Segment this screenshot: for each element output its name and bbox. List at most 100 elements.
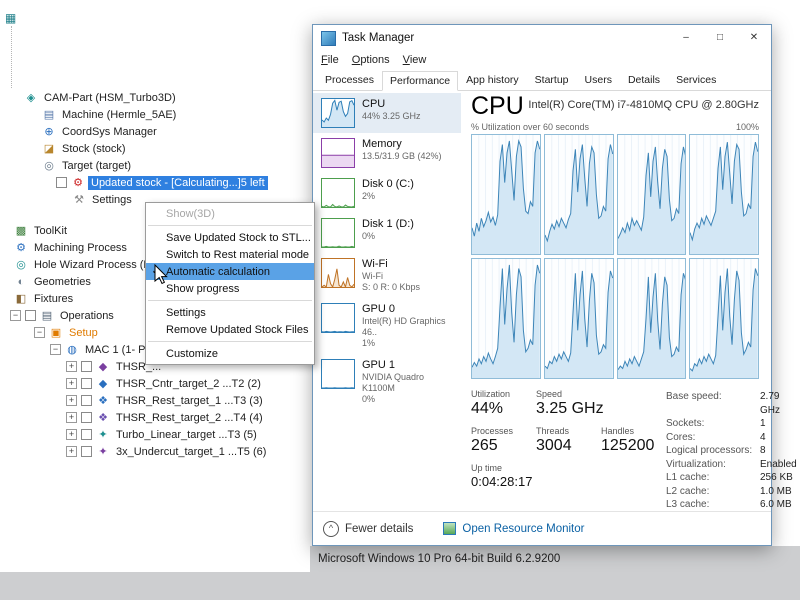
tree-item[interactable]: ▤Machine (Hermle_5AE) <box>4 106 324 123</box>
tree-item-label: CAM-Part (HSM_Turbo3D) <box>41 91 179 105</box>
menu-item-label: Automatic calculation <box>166 266 314 278</box>
tab-users[interactable]: Users <box>577 70 620 90</box>
checkbox[interactable] <box>81 429 92 440</box>
graph-caption: % Utilization over 60 seconds <box>471 122 589 132</box>
core-graph-core-8 <box>689 258 759 379</box>
menu-item-save-updated-stock-to-stl[interactable]: Save Updated Stock to STL... <box>146 229 314 246</box>
tab-details[interactable]: Details <box>620 70 668 90</box>
tab-app-history[interactable]: App history <box>458 70 527 90</box>
checkbox[interactable] <box>56 177 67 188</box>
stat-label: Threads <box>536 426 601 436</box>
tree-item-label: Settings <box>89 193 135 207</box>
sidebar-item-sub: 1% <box>362 338 459 349</box>
tree-item[interactable]: ⚙Updated stock - [Calculating...]5 left <box>4 174 324 191</box>
checkbox[interactable] <box>81 412 92 423</box>
sidebar-graph-thumbnail <box>321 258 355 288</box>
menu-item-automatic-calculation[interactable]: ✓Automatic calculation <box>146 263 314 280</box>
sidebar-item-gpu-1[interactable]: GPU 1NVIDIA Quadro K1100M0% <box>313 354 461 410</box>
tree-item-label: Fixtures <box>31 292 76 306</box>
sidebar-item-gpu-0[interactable]: GPU 0Intel(R) HD Graphics 46..1% <box>313 298 461 354</box>
menu-item-customize[interactable]: Customize <box>146 345 314 362</box>
detail-row: L2 cache:1.0 MB <box>666 485 797 499</box>
menu-bar: File Options View <box>313 51 771 69</box>
tab-startup[interactable]: Startup <box>527 70 577 90</box>
tree-item[interactable]: +✦3x_Undercut_target_1 ...T5 (6) <box>4 443 324 460</box>
machine-icon: ▤ <box>42 109 56 121</box>
menu-options[interactable]: Options <box>352 54 390 66</box>
title-bar[interactable]: Task Manager – □ ✕ <box>313 25 771 51</box>
tree-item[interactable]: ⊕CoordSys Manager <box>4 123 324 140</box>
menu-item-settings[interactable]: Settings <box>146 304 314 321</box>
tree-item[interactable]: +✦Turbo_Linear_target ...T3 (5) <box>4 426 324 443</box>
tab-processes[interactable]: Processes <box>317 70 382 90</box>
checkbox[interactable] <box>81 395 92 406</box>
stat-label: Speed <box>536 389 604 399</box>
detail-label: Virtualization: <box>666 458 760 472</box>
menu-view[interactable]: View <box>403 54 427 66</box>
detail-row: Virtualization:Enabled <box>666 458 797 472</box>
cpu-stats: Utilization44%Speed3.25 GHzProcesses265T… <box>471 389 666 512</box>
maximize-button[interactable]: □ <box>703 25 737 51</box>
sidebar-item-cpu[interactable]: CPU44% 3.25 GHz <box>313 93 461 133</box>
tree-item[interactable]: ◪Stock (stock) <box>4 140 324 157</box>
expand-icon[interactable]: + <box>66 361 77 372</box>
open-resource-monitor-link[interactable]: Open Resource Monitor <box>443 522 584 535</box>
stat-label: Processes <box>471 426 536 436</box>
operation-icon: ◆ <box>96 378 110 390</box>
cpu-pane: CPU Intel(R) Core(TM) i7-4810MQ CPU @ 2.… <box>461 91 771 511</box>
tree-item[interactable]: +❖THSR_Rest_target_2 ...T4 (4) <box>4 409 324 426</box>
sidebar-item-sub: Wi-Fi <box>362 271 420 282</box>
sidebar-item-disk-0-c[interactable]: Disk 0 (C:)2% <box>313 173 461 213</box>
expand-icon[interactable]: + <box>66 446 77 457</box>
tree-connector-line <box>11 26 12 88</box>
tree-item[interactable]: ◎Target (target) <box>4 157 324 174</box>
menu-item-label: Customize <box>166 348 314 360</box>
checkbox[interactable] <box>25 310 36 321</box>
checkbox[interactable] <box>81 378 92 389</box>
minimize-button[interactable]: – <box>669 25 703 51</box>
tree-item-label: Geometries <box>31 275 94 289</box>
checkbox[interactable] <box>81 361 92 372</box>
tree-item[interactable]: ◈CAM-Part (HSM_Turbo3D) <box>4 89 324 106</box>
machining-process-icon: ⚙ <box>14 242 28 254</box>
menu-item-switch-to-rest-material-mode[interactable]: Switch to Rest material mode <box>146 246 314 263</box>
footer-bar: ^ Fewer details Open Resource Monitor <box>313 511 771 545</box>
target-icon: ◎ <box>42 160 56 172</box>
menu-item-remove-updated-stock-files[interactable]: Remove Updated Stock Files <box>146 321 314 338</box>
menu-item-show-3d[interactable]: Show(3D) <box>146 205 314 222</box>
expand-icon[interactable]: + <box>66 395 77 406</box>
detail-value: 4 <box>760 431 766 445</box>
sidebar-item-sub: NVIDIA Quadro K1100M <box>362 372 459 394</box>
tree-item-label: Updated stock - [Calculating...]5 left <box>88 176 268 190</box>
checkbox[interactable] <box>81 446 92 457</box>
collapse-icon[interactable]: − <box>50 344 61 355</box>
collapse-icon[interactable]: − <box>34 327 45 338</box>
stat-speed: Speed3.25 GHz <box>536 389 604 418</box>
sidebar-item-wi-fi[interactable]: Wi-FiWi-FiS: 0 R: 0 Kbps <box>313 253 461 298</box>
chevron-up-icon: ^ <box>323 521 339 537</box>
detail-label: Cores: <box>666 431 760 445</box>
tree-item[interactable]: +◆THSR_Cntr_target_2 ...T2 (2) <box>4 375 324 392</box>
stat-threads: Threads3004 <box>536 426 601 455</box>
menu-file[interactable]: File <box>321 54 339 66</box>
tab-performance[interactable]: Performance <box>382 71 458 91</box>
detail-row: Logical processors:8 <box>666 444 797 458</box>
tab-services[interactable]: Services <box>668 70 724 90</box>
sidebar-item-title: Disk 0 (C:) <box>362 178 414 191</box>
expand-icon[interactable]: + <box>66 429 77 440</box>
tree-item-label: 3x_Undercut_target_1 ...T5 (6) <box>113 445 269 459</box>
tree-item-label: Target (target) <box>59 159 134 173</box>
expand-icon[interactable]: + <box>66 412 77 423</box>
stat-label: Up time <box>471 463 532 473</box>
close-button[interactable]: ✕ <box>737 25 771 51</box>
stat-handles: Handles125200 <box>601 426 654 455</box>
sidebar-item-disk-1-d[interactable]: Disk 1 (D:)0% <box>313 213 461 253</box>
menu-item-show-progress[interactable]: Show progress <box>146 280 314 297</box>
collapse-icon[interactable]: − <box>10 310 21 321</box>
sidebar-item-memory[interactable]: Memory13.5/31.9 GB (42%) <box>313 133 461 173</box>
tree-item-label: Machining Process <box>31 241 130 255</box>
expand-icon[interactable]: + <box>66 378 77 389</box>
fewer-details-button[interactable]: ^ Fewer details <box>323 521 413 537</box>
detail-label: Sockets: <box>666 417 760 431</box>
tree-item[interactable]: +❖THSR_Rest_target_1 ...T3 (3) <box>4 392 324 409</box>
